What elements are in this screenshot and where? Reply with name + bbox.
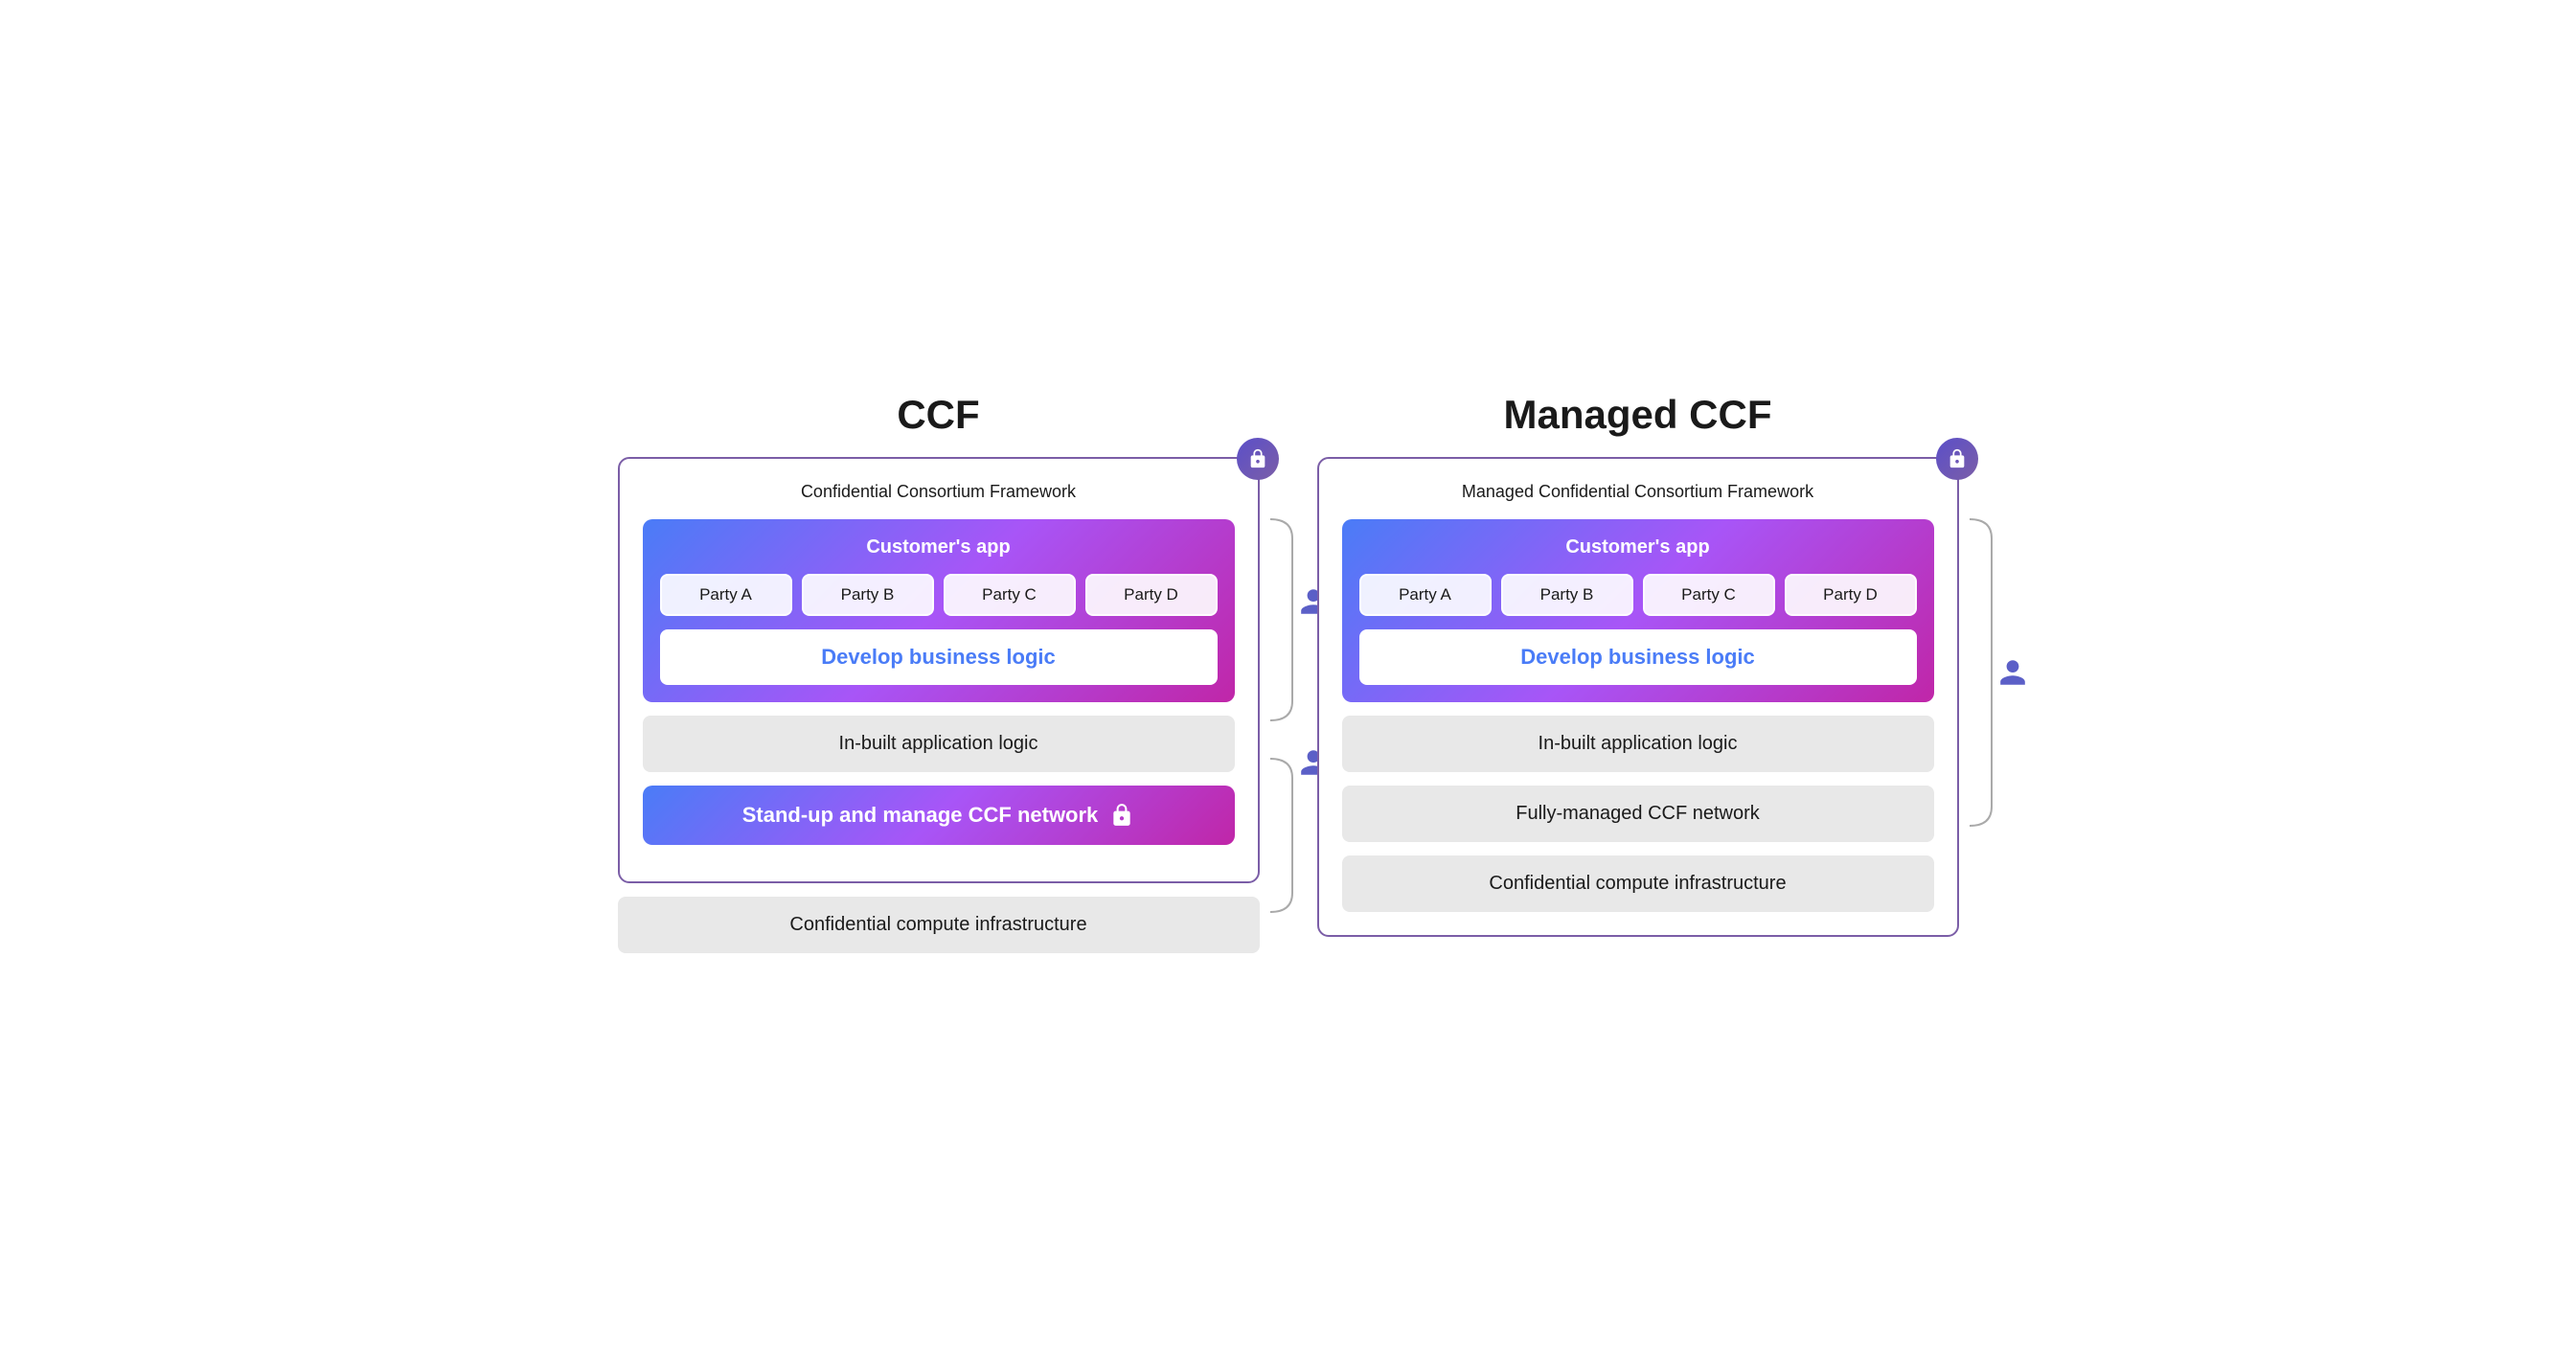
ccf-bracket-svg (1265, 510, 1294, 969)
managed-ccf-develop-logic-box: Develop business logic (1359, 629, 1917, 685)
ccf-party-row: Party A Party B Party C Party D (660, 574, 1218, 616)
lock-icon (1247, 448, 1268, 469)
managed-ccf-lock-badge (1936, 438, 1978, 480)
managed-ccf-party-row: Party A Party B Party C Party D (1359, 574, 1917, 616)
managed-ccf-title: Managed CCF (1503, 392, 1771, 438)
ccf-party-b: Party B (802, 574, 934, 616)
ccf-party-a: Party A (660, 574, 792, 616)
ccf-standup-text: Stand-up and manage CCF network (742, 803, 1099, 828)
ccf-standup-lock-icon (1109, 803, 1134, 828)
ccf-confidential-infra: Confidential compute infrastructure (618, 897, 1260, 953)
managed-ccf-outer-label: Managed Confidential Consortium Framewor… (1342, 482, 1934, 502)
ccf-outer-label: Confidential Consortium Framework (643, 482, 1235, 502)
managed-ccf-diagram-wrapper: Managed Confidential Consortium Framewor… (1317, 457, 1959, 937)
managed-ccf-confidential-infra: Confidential compute infrastructure (1342, 855, 1934, 912)
ccf-develop-logic-text: Develop business logic (821, 645, 1056, 669)
managed-ccf-bracket-svg (1965, 510, 1994, 835)
managed-ccf-party-b: Party B (1501, 574, 1633, 616)
ccf-customers-app: Customer's app Party A Party B Party C P… (643, 519, 1235, 702)
managed-ccf-outer-box: Managed Confidential Consortium Framewor… (1317, 457, 1959, 937)
managed-ccf-fully-managed: Fully-managed CCF network (1342, 786, 1934, 842)
ccf-customers-app-label: Customer's app (660, 536, 1218, 559)
managed-ccf-person-icon (1997, 657, 2028, 688)
ccf-party-c: Party C (944, 574, 1076, 616)
managed-ccf-section: Managed CCF Managed Confidential Consort… (1317, 392, 1959, 937)
ccf-diagram-wrapper: Confidential Consortium Framework Custom… (618, 457, 1260, 953)
ccf-develop-logic-box: Develop business logic (660, 629, 1218, 685)
ccf-outer-box: Confidential Consortium Framework Custom… (618, 457, 1260, 883)
managed-ccf-side-annotations (1965, 510, 2028, 835)
managed-ccf-party-d: Party D (1785, 574, 1917, 616)
managed-ccf-customers-app: Customer's app Party A Party B Party C P… (1342, 519, 1934, 702)
ccf-standup-box: Stand-up and manage CCF network (643, 786, 1235, 845)
managed-lock-icon (1947, 448, 1968, 469)
ccf-inbuilt-logic: In-built application logic (643, 716, 1235, 772)
managed-ccf-develop-logic-text: Develop business logic (1520, 645, 1755, 669)
page-wrapper: CCF Confidential Consortium Framework Cu… (618, 392, 1959, 953)
managed-ccf-person-icons (1994, 510, 2028, 835)
managed-ccf-customers-app-label: Customer's app (1359, 536, 1917, 559)
ccf-section: CCF Confidential Consortium Framework Cu… (618, 392, 1260, 953)
managed-ccf-party-c: Party C (1643, 574, 1775, 616)
managed-ccf-party-a: Party A (1359, 574, 1492, 616)
managed-ccf-inbuilt-logic: In-built application logic (1342, 716, 1934, 772)
ccf-lock-badge (1237, 438, 1279, 480)
ccf-title: CCF (897, 392, 979, 438)
ccf-party-d: Party D (1085, 574, 1218, 616)
